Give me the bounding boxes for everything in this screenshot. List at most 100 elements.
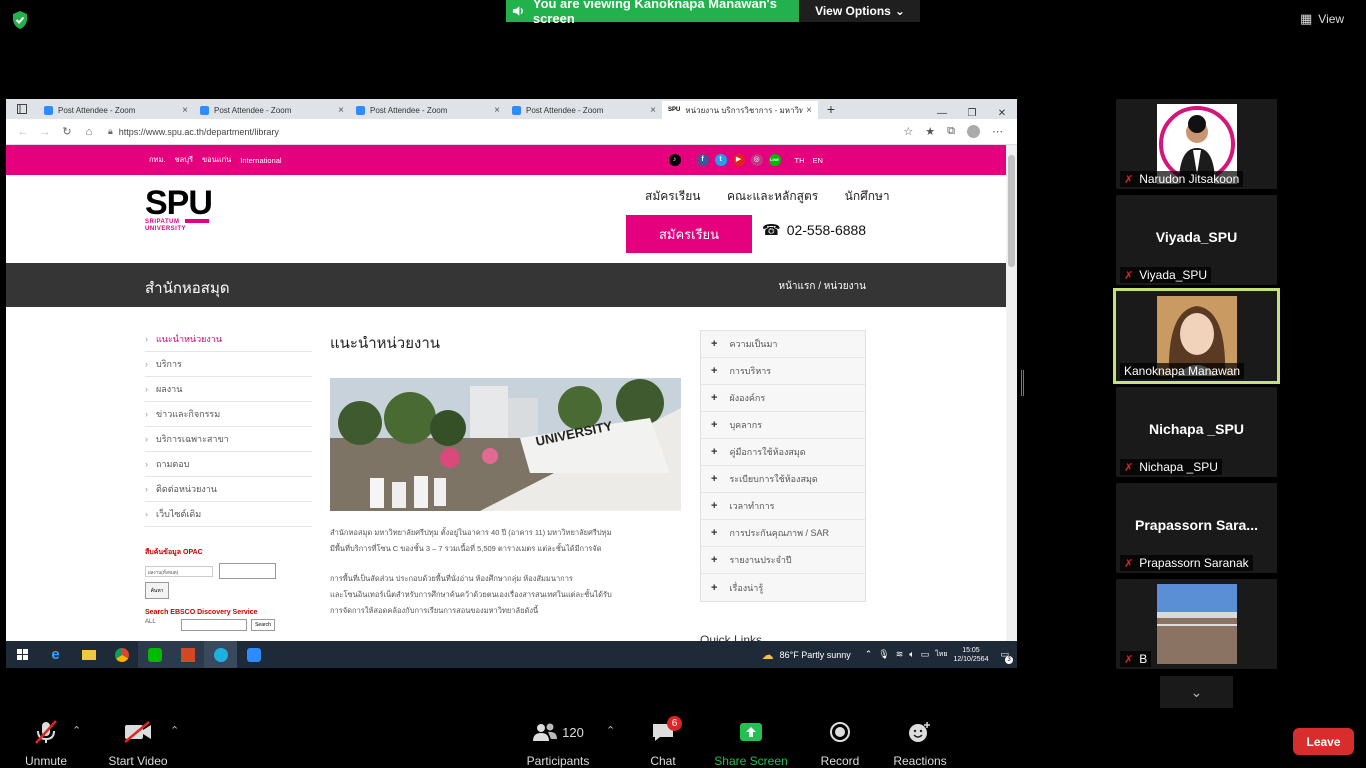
chrome-icon[interactable] <box>105 641 138 668</box>
opac-search-input[interactable] <box>219 563 276 579</box>
top-link[interactable]: ขอนแก่น <box>202 154 231 166</box>
video-options-caret[interactable]: ⌃ <box>170 724 179 737</box>
close-tab-icon[interactable]: × <box>650 105 656 116</box>
browser-tab[interactable]: Post Attendee - Zoom × <box>506 101 662 119</box>
sidebar-item[interactable]: › ติดต่อหน่วยงาน <box>145 477 312 502</box>
sidebar-item[interactable]: › ข่าวและกิจกรรม <box>145 402 312 427</box>
line-icon[interactable]: LINE <box>768 154 781 166</box>
twitter-icon[interactable]: t <box>714 154 727 166</box>
right-menu-item[interactable]: + คู่มือการใช้ห้องสมุด <box>701 439 865 466</box>
refresh-icon[interactable]: ↻ <box>56 125 78 138</box>
close-window-icon[interactable]: ✕ <box>987 108 1017 119</box>
right-menu-item[interactable]: + การบริหาร <box>701 358 865 385</box>
favorites-icon[interactable]: ★ <box>925 125 935 138</box>
splitter-handle[interactable] <box>1021 370 1024 396</box>
tiktok-icon[interactable]: ♪ <box>668 154 681 166</box>
restore-icon[interactable]: ❐ <box>957 108 987 119</box>
facebook-icon[interactable]: f <box>696 154 709 166</box>
participant-tile[interactable]: ✗ B <box>1116 579 1277 669</box>
top-link[interactable]: กทม. <box>149 154 166 166</box>
start-video-button[interactable]: Start Video <box>104 718 172 768</box>
breadcrumb[interactable]: หน้าแรก / หน่วยงาน <box>779 279 867 294</box>
sidebar-item[interactable]: › แนะนำหน่วยงาน <box>145 327 312 352</box>
wifi-icon[interactable]: ≋ <box>896 649 904 660</box>
browser-tab[interactable]: Post Attendee - Zoom × <box>194 101 350 119</box>
right-menu-item[interactable]: + การประกันคุณภาพ / SAR <box>701 520 865 547</box>
edge-icon[interactable] <box>204 641 237 668</box>
sidebar-item[interactable]: › ผลงาน <box>145 377 312 402</box>
close-tab-icon[interactable]: × <box>182 105 188 116</box>
browser-tab-active[interactable]: SPU หน่วยงาน บริการวิชาการ - มหาวิทยาลั× <box>662 101 818 119</box>
ebsco-search-button[interactable]: Search <box>251 619 275 631</box>
participant-tile-active-speaker[interactable]: Kanoknapa Manawan <box>1113 288 1280 384</box>
close-tab-icon[interactable]: × <box>338 105 344 116</box>
home-icon[interactable]: ⌂ <box>78 126 100 138</box>
tray-chevron-icon[interactable]: ⌃ <box>865 649 873 660</box>
new-tab-icon[interactable]: + <box>818 99 844 119</box>
top-link[interactable]: ชลบุรี <box>175 154 193 166</box>
right-menu-item[interactable]: + เวลาทำการ <box>701 493 865 520</box>
nav-faculty[interactable]: คณะและหลักสูตร <box>727 189 818 203</box>
browser-tab[interactable]: Post Attendee - Zoom × <box>350 101 506 119</box>
ebsco-select[interactable]: ALL <box>145 619 177 631</box>
participants-options-caret[interactable]: ⌃ <box>606 724 615 737</box>
file-explorer-icon[interactable] <box>72 641 105 668</box>
opac-search-button[interactable]: ค้นหา <box>145 582 169 599</box>
youtube-icon[interactable]: ▶ <box>732 154 745 166</box>
unmute-button[interactable]: Unmute <box>18 718 74 768</box>
browser-tab[interactable]: Post Attendee - Zoom × <box>38 101 194 119</box>
right-menu-item[interactable]: + ความเป็นมา <box>701 331 865 358</box>
participant-tile[interactable]: Viyada_SPU ✗ Viyada_SPU <box>1116 195 1277 285</box>
page-scrollbar[interactable] <box>1006 145 1017 641</box>
right-menu-item[interactable]: + ระเบียบการใช้ห้องสมุด <box>701 466 865 493</box>
close-tab-icon[interactable]: × <box>806 105 812 116</box>
spu-logo[interactable]: SPU SRIPATUM UNIVERSITY <box>145 186 213 233</box>
participant-tile[interactable]: ✗ Narudon Jitsakoon <box>1116 99 1277 189</box>
leave-button[interactable]: Leave <box>1293 728 1354 755</box>
participant-tile[interactable]: Prapassorn Sara... ✗ Prapassorn Saranak <box>1116 483 1277 573</box>
view-button[interactable]: ▦ View <box>1300 8 1360 30</box>
line-app-icon[interactable] <box>138 641 171 668</box>
powerpoint-icon[interactable] <box>171 641 204 668</box>
favorite-add-icon[interactable]: ☆ <box>903 125 913 138</box>
record-button[interactable]: Record <box>816 718 864 768</box>
instagram-icon[interactable]: ◎ <box>750 154 763 166</box>
close-tab-icon[interactable]: × <box>494 105 500 116</box>
nav-apply[interactable]: สมัครเรียน <box>645 189 701 203</box>
share-screen-button[interactable]: Share Screen <box>712 718 790 768</box>
sidebar-item[interactable]: › บริการ <box>145 352 312 377</box>
collections-icon[interactable]: ⧉ <box>947 125 955 138</box>
right-menu-item[interactable]: + เรื่องน่ารู้ <box>701 574 865 601</box>
forward-icon[interactable]: → <box>34 126 56 138</box>
zoom-app-icon[interactable] <box>237 641 270 668</box>
notification-icon[interactable]: ▭ 3 <box>1000 649 1013 664</box>
sidebar-item[interactable]: › เว็บไซต์เดิม <box>145 502 312 527</box>
audio-options-caret[interactable]: ⌃ <box>72 724 81 737</box>
battery-icon[interactable]: ▭ <box>921 649 930 660</box>
volume-icon[interactable]: 🔈︎ <box>909 649 914 660</box>
participant-tile[interactable]: Nichapa _SPU ✗ Nichapa _SPU <box>1116 387 1277 477</box>
gallery-next-button[interactable]: ⌄ <box>1160 676 1233 708</box>
ebsco-search-input[interactable] <box>181 619 247 631</box>
weather-text[interactable]: 86°F Partly sunny <box>780 650 851 660</box>
chat-button[interactable]: 6 Chat <box>640 716 686 768</box>
right-menu-item[interactable]: + ผังองค์กร <box>701 385 865 412</box>
reactions-button[interactable]: Reactions <box>890 718 950 768</box>
sidebar-item[interactable]: › บริการเฉพาะสาขา <box>145 427 312 452</box>
right-menu-item[interactable]: + รายงานประจำปี <box>701 547 865 574</box>
minimize-icon[interactable]: — <box>927 108 957 119</box>
url-field[interactable]: https://www.spu.ac.th/department/library <box>119 127 279 137</box>
apply-button[interactable]: สมัครเรียน <box>626 215 752 253</box>
lang-th[interactable]: TH <box>795 156 805 165</box>
tab-actions-icon[interactable] <box>6 99 38 119</box>
clock[interactable]: 15:05 12/10/2564 <box>953 646 988 664</box>
windows-start-icon[interactable] <box>6 641 39 668</box>
security-shield-icon[interactable] <box>10 10 30 30</box>
opac-select[interactable]: ผลงาน(ทั้งหมด) <box>145 565 213 577</box>
view-options-button[interactable]: View Options ⌄ <box>800 0 920 22</box>
back-icon[interactable]: ← <box>12 126 34 138</box>
profile-avatar-icon[interactable] <box>967 125 980 138</box>
top-link[interactable]: International <box>240 156 281 165</box>
sidebar-item[interactable]: › ถามตอบ <box>145 452 312 477</box>
participants-button[interactable]: 120 Participants <box>524 718 592 768</box>
